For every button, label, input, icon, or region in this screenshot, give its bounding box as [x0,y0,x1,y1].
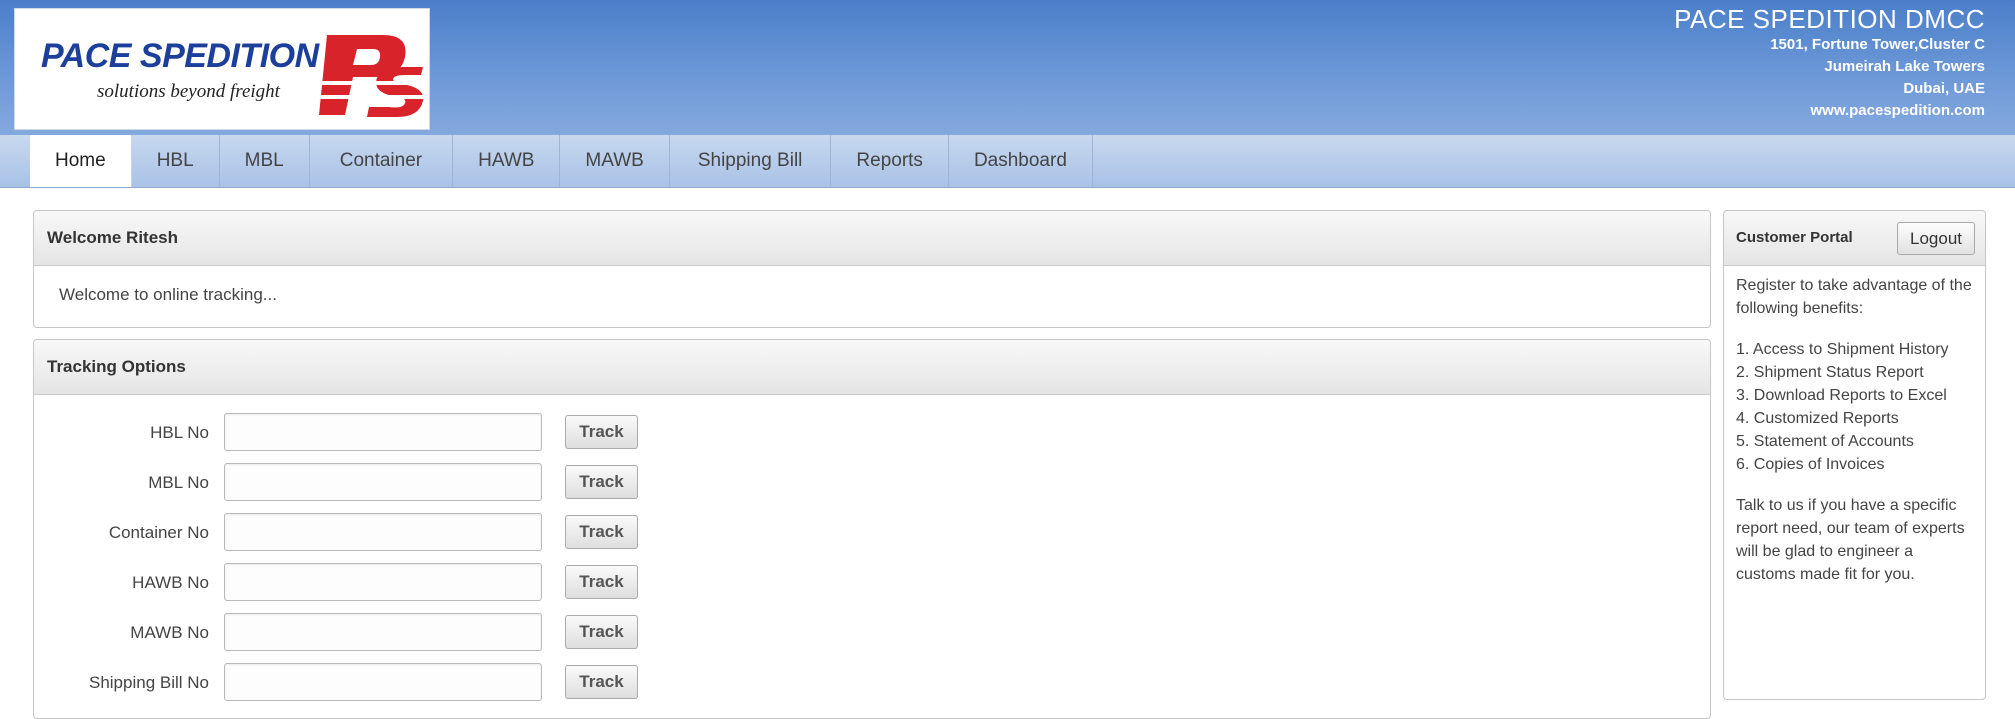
welcome-panel: Welcome Ritesh Welcome to online trackin… [33,210,1711,328]
track-row-hawb: HAWB No Track [34,563,734,603]
tab-container[interactable]: Container [309,135,454,187]
container-no-input[interactable] [224,513,542,551]
customer-portal-body: Register to take advantage of the follow… [1724,266,1985,586]
website-link[interactable]: www.pacespedition.com [1674,100,1985,122]
tab-dashboard[interactable]: Dashboard [948,135,1093,187]
tab-reports[interactable]: Reports [831,135,949,187]
track-container-button[interactable]: Track [565,515,638,549]
tab-hawb[interactable]: HAWB [453,135,561,187]
company-name: PACE SPEDITION DMCC [1674,4,1985,34]
hawb-no-label: HAWB No [132,573,209,592]
benefit-item: 6. Copies of Invoices [1736,456,1885,473]
portal-intro-text: Register to take advantage of the follow… [1736,277,1972,317]
track-row-shipping-bill: Shipping Bill No Track [34,663,734,703]
address-line: 1501, Fortune Tower,Cluster C [1770,36,1985,53]
tracking-options-title: Tracking Options [34,340,1710,395]
shipping-bill-no-input[interactable] [224,663,542,701]
track-mbl-button[interactable]: Track [565,465,638,499]
track-shipping-bill-button[interactable]: Track [565,665,638,699]
tab-hbl[interactable]: HBL [131,135,220,187]
container-no-label: Container No [108,523,209,542]
benefit-item: 5. Statement of Accounts [1736,433,1914,450]
tab-mbl[interactable]: MBL [219,135,310,187]
page-header: PACE SPEDITION solutions beyond freight … [0,0,2015,135]
track-hbl-button[interactable]: Track [565,415,638,449]
company-logo[interactable]: PACE SPEDITION solutions beyond freight [14,8,430,130]
customer-portal-header: Customer Portal Logout [1724,211,1985,266]
benefit-item: 3. Download Reports to Excel [1736,387,1947,404]
customer-portal-title: Customer Portal [1736,229,1853,246]
track-row-mawb: MAWB No Track [34,613,734,653]
ps-logo-mark-icon [313,35,425,117]
tab-home[interactable]: Home [30,135,132,187]
company-info: PACE SPEDITION DMCC 1501, Fortune Tower,… [1674,4,1985,122]
hawb-no-input[interactable] [224,563,542,601]
mawb-no-label: MAWB No [130,623,209,642]
shipping-bill-no-label: Shipping Bill No [88,673,209,692]
tracking-options-panel: Tracking Options HBL No Track MBL No Tra… [33,339,1711,719]
main-nav: Home HBL MBL Container HAWB MAWB Shippin… [0,135,2015,188]
track-hawb-button[interactable]: Track [565,565,638,599]
mbl-no-input[interactable] [224,463,542,501]
track-row-mbl: MBL No Track [34,463,734,503]
welcome-text: Welcome to online tracking... [59,285,277,304]
benefit-item: 2. Shipment Status Report [1736,364,1924,381]
logo-title: PACE SPEDITION [41,37,319,75]
logo-tagline: solutions beyond freight [97,81,280,102]
tab-shipping-bill[interactable]: Shipping Bill [669,135,832,187]
hbl-no-input[interactable] [224,413,542,451]
track-row-hbl: HBL No Track [34,413,734,453]
address-line: Jumeirah Lake Towers [1824,58,1985,75]
tab-mawb[interactable]: MAWB [560,135,670,187]
portal-outro-text: Talk to us if you have a specific report… [1736,497,1965,583]
mawb-no-input[interactable] [224,613,542,651]
benefit-item: 4. Customized Reports [1736,410,1899,427]
benefit-item: 1. Access to Shipment History [1736,341,1949,358]
track-mawb-button[interactable]: Track [565,615,638,649]
welcome-title: Welcome Ritesh [34,211,1710,266]
hbl-no-label: HBL No [150,423,209,442]
benefits-list: 1. Access to Shipment History 2. Shipmen… [1736,338,1975,476]
logout-button[interactable]: Logout [1897,222,1975,255]
address-line: Dubai, UAE [1903,80,1985,97]
mbl-no-label: MBL No [148,473,209,492]
track-row-container: Container No Track [34,513,734,553]
customer-portal-panel: Customer Portal Logout Register to take … [1723,210,1986,700]
